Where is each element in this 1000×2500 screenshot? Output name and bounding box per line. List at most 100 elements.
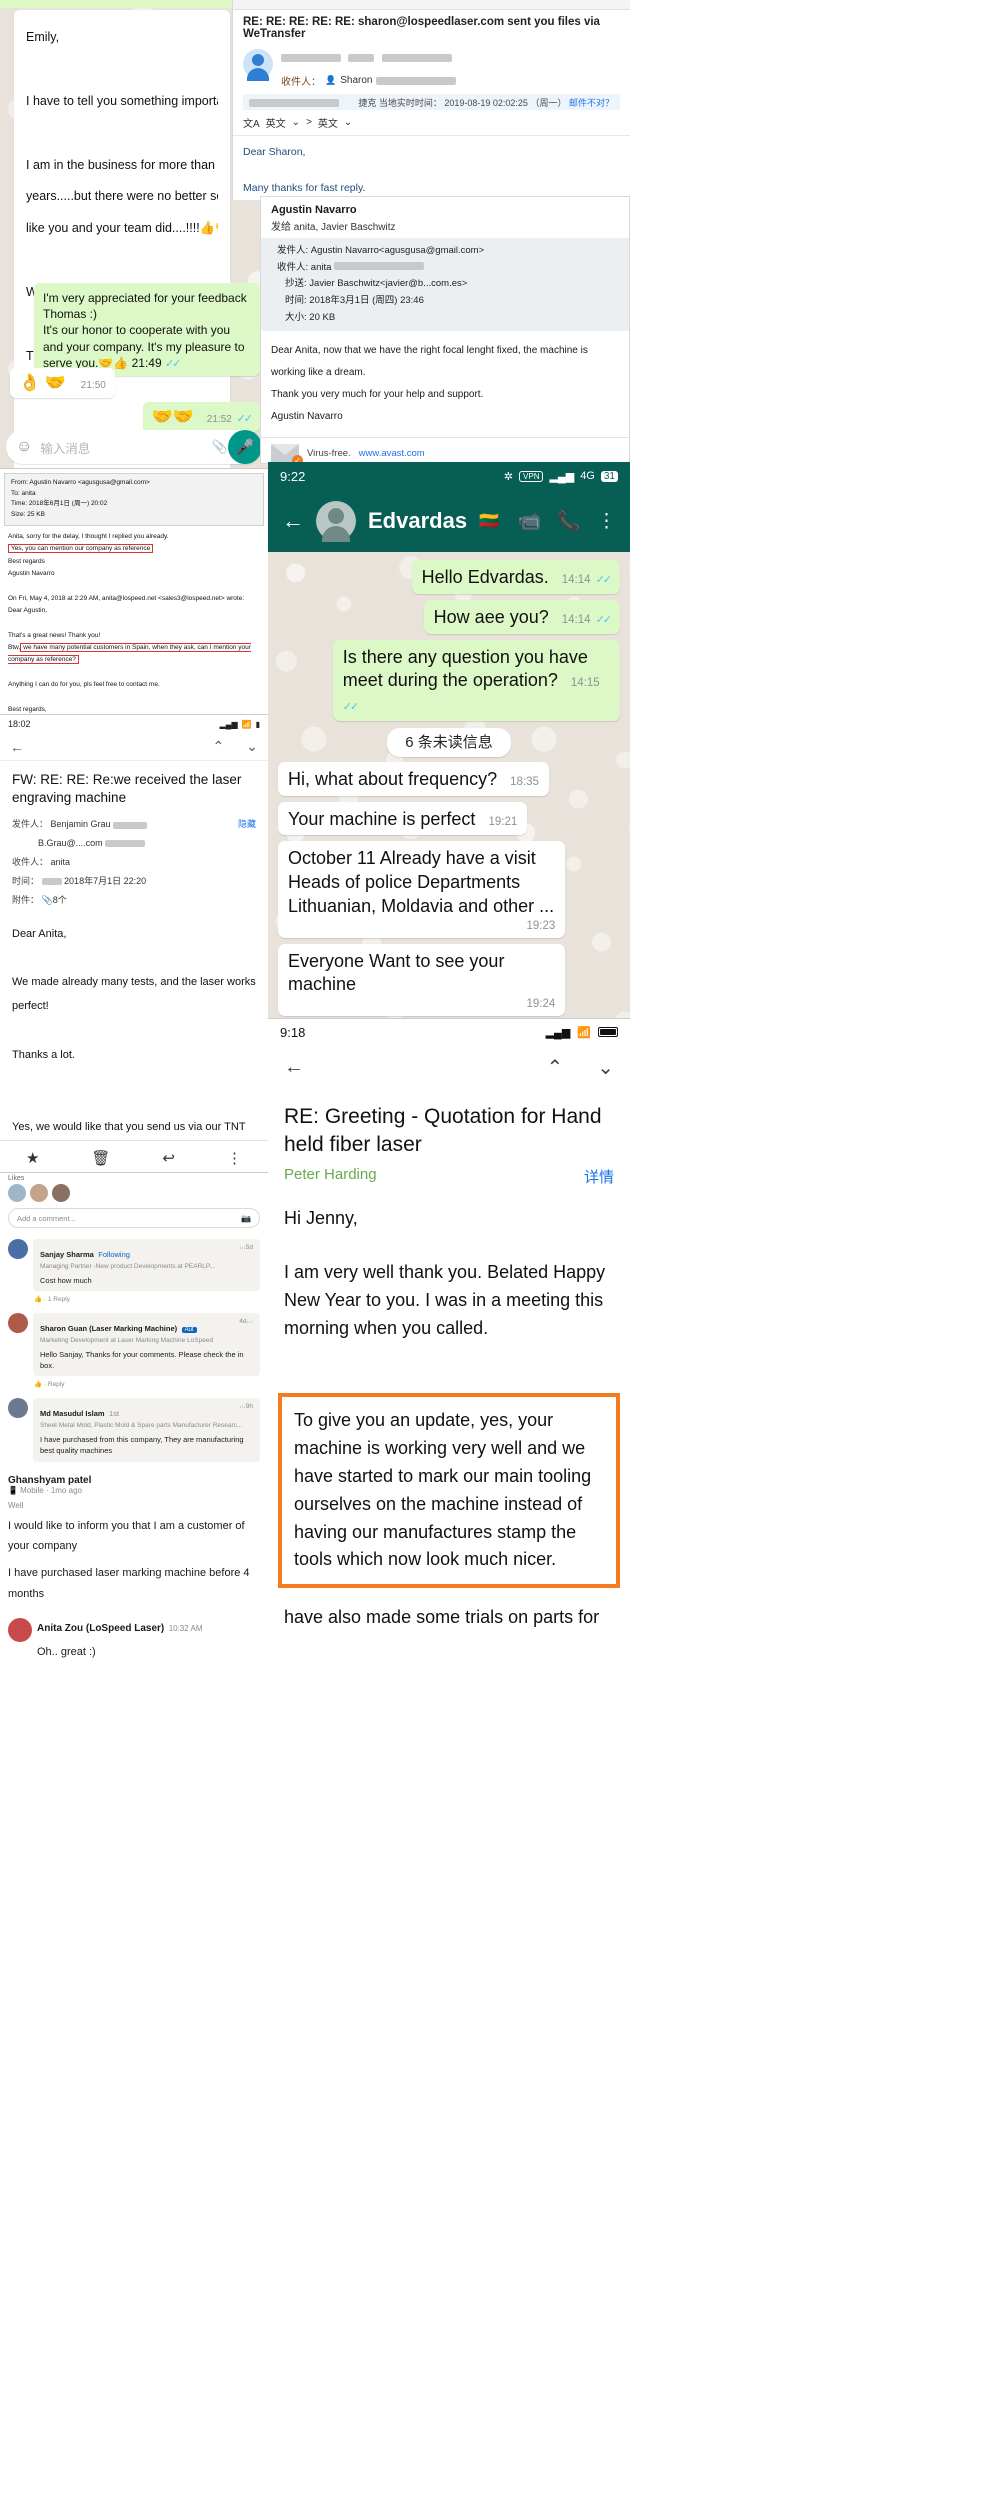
comment-item: Md Masudul Islam 1st 9h ⋯ Sheet Metal Mo…: [0, 1393, 268, 1466]
report-link[interactable]: 邮件不对？: [569, 98, 614, 108]
attachment-label: 附件：: [12, 895, 40, 905]
envelope-icon: ✓: [271, 444, 303, 463]
body-line: [8, 667, 260, 679]
voice-record-button[interactable]: 🎤: [228, 430, 262, 464]
overflow-menu-icon[interactable]: ⋮: [597, 510, 616, 533]
delete-icon[interactable]: 🗑: [91, 1149, 110, 1167]
incoming-bubble: Your machine is perfect 19:21: [278, 801, 528, 836]
redacted-sender-2: [348, 54, 375, 62]
panel-fw-email: 18:02 ▂▄▆ 📶 ▮ ← ⌃ ⌄ FW: RE: RE: Re:we re…: [0, 714, 268, 1174]
email-body: Dear Anita, now that we have the right f…: [261, 331, 629, 437]
attachment-value[interactable]: 📎8个: [42, 895, 67, 905]
chevron-down-icon[interactable]: ⌄: [292, 117, 300, 128]
add-comment-input[interactable]: Add a comment... 📷: [8, 1208, 260, 1228]
panel-peter-harding-email: 9:18 ▂▄▆ 📶 ← ⌃ ⌄ RE: Greeting - Quotatio…: [268, 1018, 630, 2500]
next-message-icon[interactable]: ⌄: [597, 1055, 614, 1080]
comment-actions[interactable]: 👍 · Reply: [8, 1380, 260, 1388]
camera-icon[interactable]: 📷: [241, 1214, 251, 1223]
comment-author[interactable]: Md Masudul Islam: [40, 1409, 105, 1418]
star-icon[interactable]: ★: [26, 1149, 39, 1167]
prev-message-icon[interactable]: ⌃: [213, 738, 225, 755]
comment-author[interactable]: Sharon Guan (Laser Marking Machine): [40, 1324, 177, 1333]
status-time: 9:18: [280, 1024, 306, 1040]
back-icon[interactable]: ←: [282, 508, 304, 534]
comment-menu-icon[interactable]: ⋯: [247, 1318, 254, 1326]
hide-details-link[interactable]: 隐藏: [238, 815, 256, 834]
avatar[interactable]: [8, 1618, 32, 1643]
next-message-icon[interactable]: ⌄: [246, 738, 258, 755]
message-text: October 11 Already have a visit Heads of…: [288, 848, 555, 916]
local-time-label: 捷克 当地实时时间：: [358, 98, 442, 108]
battery-icon: [598, 1027, 618, 1037]
send-to-value: anita, Javier Baschwitz: [293, 222, 396, 233]
video-call-icon[interactable]: 📹: [518, 509, 542, 533]
sender-name[interactable]: Peter Harding: [284, 1166, 377, 1183]
reply-icon[interactable]: ↩: [162, 1149, 175, 1167]
body-line: [8, 617, 260, 629]
red-mark-1: Yes, you can mention our company as refe…: [8, 544, 154, 554]
comment-author[interactable]: Sanjay Sharma: [40, 1250, 94, 1259]
body-line: Dear Anita,: [12, 927, 67, 940]
message-timestamp: 19:23: [526, 919, 556, 932]
body-line: Anything I can do for you, pls feel free…: [8, 681, 160, 688]
body-line: Dear Agustin,: [8, 606, 48, 614]
details-link[interactable]: 详情: [584, 1166, 614, 1187]
prev-message-icon[interactable]: ⌃: [546, 1055, 563, 1080]
message-input-bar[interactable]: ☺ 输入消息 📎 📷: [6, 430, 262, 464]
email-subject: FW: RE: RE: Re:we received the laser eng…: [12, 772, 242, 806]
wifi-icon: 📶: [577, 1026, 591, 1039]
redacted-meta: [249, 99, 339, 107]
back-icon[interactable]: ←: [10, 739, 24, 755]
recipient-label: 收件人：: [281, 77, 321, 88]
comment-author[interactable]: Anita Zou (LoSpeed Laser): [37, 1623, 164, 1634]
body-paragraph: I am very well thank you. Belated Happy …: [284, 1262, 606, 1339]
avatar: [243, 49, 273, 81]
reply-label[interactable]: Well: [8, 1501, 260, 1510]
translate-bar[interactable]: 文A 英文 ⌄ > 英文 ⌄: [233, 110, 630, 136]
avatar[interactable]: [8, 1313, 28, 1333]
highlighted-line-2: Btw, we have many potential customers in …: [8, 642, 251, 665]
avatar[interactable]: [8, 1398, 28, 1419]
comment-author-headline: Managing Partner -New product Developmen…: [40, 1263, 215, 1270]
avatar[interactable]: [8, 1239, 28, 1259]
body-line: Dear Anita, now that we have the right f…: [271, 345, 588, 379]
read-receipt-icon: ✓✓: [236, 413, 254, 425]
contact-name[interactable]: Edvardas: [368, 508, 467, 534]
mic-icon: 🎤: [235, 439, 255, 456]
avatar[interactable]: [316, 501, 356, 542]
lang-to[interactable]: 英文: [318, 115, 338, 130]
field-label: 大小:: [285, 311, 307, 323]
translate-icon: 文A: [243, 119, 260, 130]
avast-signature: ✓ Virus-free. www.avast.com: [261, 437, 629, 463]
email-meta-bar: 捷克 当地实时时间： 2019-08-19 02:02:25 （周一） 邮件不对…: [243, 94, 620, 110]
voice-call-icon[interactable]: 📞: [557, 509, 581, 533]
red-mark-2: we have many potential customers in Spai…: [8, 642, 251, 665]
email-local-time: 捷克 当地实时时间： 2019-08-19 02:02:25 （周一） 邮件不对…: [358, 96, 614, 109]
comment-menu-icon[interactable]: ⋯: [239, 1244, 246, 1252]
back-icon[interactable]: ←: [284, 1056, 304, 1079]
message-input[interactable]: 输入消息: [40, 438, 203, 457]
sender-label: 发件人：: [12, 819, 49, 830]
comment-actions[interactable]: 👍 · 1 Reply: [8, 1295, 260, 1303]
body-line: On Fri, May 4, 2018 at 2:29 AM, anita@lo…: [8, 594, 245, 602]
lang-from[interactable]: 英文: [266, 115, 286, 130]
overflow-menu-icon[interactable]: ⋮: [227, 1149, 242, 1167]
follow-status[interactable]: Following: [98, 1250, 130, 1259]
field-label: 收件人:: [277, 261, 309, 273]
email-header-box: From: Agustin Navarro <agusgusa@gmail.co…: [4, 473, 264, 526]
attach-icon[interactable]: 📎: [212, 439, 228, 455]
outgoing-bubble: How aee you? 14:14 ✓✓: [423, 599, 620, 634]
avast-link[interactable]: www.avast.com: [359, 448, 425, 459]
field-value: Agustin Navarro<agusgusa@gmail.com>: [310, 245, 485, 256]
chevron-down-icon-2[interactable]: ⌄: [344, 117, 352, 128]
comment-author[interactable]: Ghanshyam patel: [8, 1475, 260, 1486]
comment-meta: 📱 Mobile · 1mo ago: [8, 1485, 82, 1495]
comment-time: 9h: [245, 1403, 253, 1411]
comment-item: Sanjay Sharma Following 5d ⋯ Managing Pa…: [0, 1234, 268, 1308]
comment-menu-icon[interactable]: ⋯: [239, 1403, 246, 1411]
send-to-label: 发给: [271, 222, 291, 233]
panel-outlook-reply: RE: RE: RE: RE: RE: sharon@lospeedlaser.…: [232, 0, 630, 200]
body-line: [12, 1067, 256, 1091]
emoji-icon[interactable]: ☺: [16, 438, 32, 456]
message-timestamp: 19:24: [526, 998, 556, 1011]
